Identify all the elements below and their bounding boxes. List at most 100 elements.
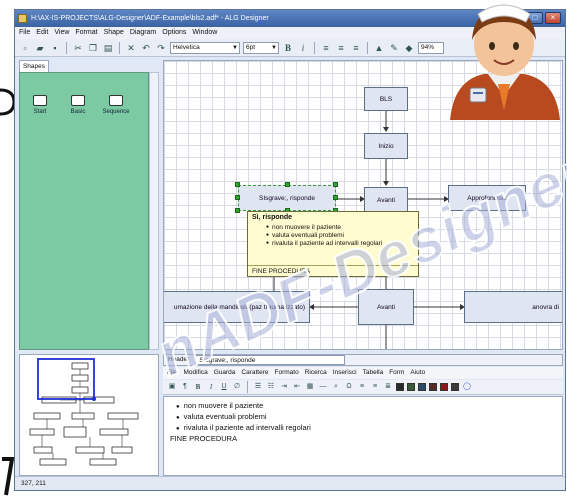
editor-menu-carattere[interactable]: Carattere (241, 367, 268, 379)
shape-preview (71, 95, 85, 106)
status-bar: 327, 211 (15, 476, 565, 490)
overview-map (29, 358, 139, 466)
shape-basic[interactable]: Basic (62, 95, 94, 115)
editor-menu-form[interactable]: Form (389, 367, 404, 379)
editor-menu-aiuto[interactable]: Aiuto (410, 367, 425, 379)
fill-color-icon[interactable]: ◆ (403, 42, 415, 54)
node-bls[interactable]: BLS (364, 87, 408, 111)
decorative-glyph-icon (0, 88, 14, 116)
table-icon[interactable]: ▦ (305, 382, 315, 392)
align-left-icon[interactable]: ≡ (320, 42, 332, 54)
open-folder-icon[interactable]: ▰ (34, 42, 46, 54)
shape-label: Basic (70, 109, 86, 115)
table-grid-icon[interactable] (396, 383, 404, 391)
indent-icon[interactable]: ⇥ (279, 382, 289, 392)
menu-options[interactable]: Options (162, 27, 186, 39)
table-grid-icon[interactable] (440, 383, 448, 391)
save-icon[interactable]: ▪ (49, 42, 61, 54)
toolbar-separator (247, 381, 248, 393)
italic-button[interactable]: i (297, 42, 309, 54)
bold-button[interactable]: B (282, 42, 294, 54)
align-center-icon[interactable]: ≡ (335, 42, 347, 54)
resize-handle[interactable] (333, 195, 338, 200)
window-title: H:\AX-IS-PROJECTS\ALG-Designer\ADF-Examp… (31, 15, 269, 22)
shape-preview (109, 95, 123, 106)
node-manovra[interactable]: anovra di (464, 291, 562, 323)
circle-icon[interactable]: ◯ (462, 382, 472, 392)
editor-underline-button[interactable]: U (219, 382, 229, 392)
numbered-list-icon[interactable]: ☷ (266, 382, 276, 392)
chevron-down-icon: ▼ (271, 44, 277, 51)
align-center-icon[interactable]: ≡ (370, 382, 380, 392)
shape-label: Sequence (102, 109, 130, 115)
node-avanti[interactable]: Avanti (364, 187, 408, 213)
tab-shapes[interactable]: Shapes (19, 60, 49, 72)
rule-icon[interactable]: ― (318, 382, 328, 392)
nurse-mascot-icon (450, 4, 560, 120)
editor-menu-formato[interactable]: Formato (275, 367, 299, 379)
font-size-select[interactable]: 6pt ▼ (243, 41, 279, 54)
menu-window[interactable]: Window (192, 27, 217, 39)
toolbar-separator (367, 41, 368, 54)
table-grid-icon[interactable] (418, 383, 426, 391)
align-left-icon[interactable]: ≡ (357, 382, 367, 392)
shapes-scrollbar[interactable] (149, 72, 159, 350)
node-inizio[interactable]: Inizio (364, 133, 408, 159)
bullet-list: non muovere il paziente valuta eventuali… (170, 401, 556, 434)
editor-italic-button[interactable]: I (206, 382, 216, 392)
justify-icon[interactable]: ≣ (383, 382, 393, 392)
shape-sequence[interactable]: Sequence (100, 95, 132, 115)
outdent-icon[interactable]: ⇤ (292, 382, 302, 392)
chevron-down-icon: ▼ (232, 44, 238, 51)
list-item: valuta eventuali problemi (176, 412, 556, 423)
resize-handle[interactable] (235, 208, 240, 213)
table-grid-icon[interactable] (407, 383, 415, 391)
special-char-icon[interactable]: Ω (344, 382, 354, 392)
cut-icon[interactable]: ✂ (72, 42, 84, 54)
editor-menu-inserisci[interactable]: Inserisci (333, 367, 357, 379)
list-item: rivaluta il paziente ad intervalli regol… (176, 423, 556, 434)
menu-diagram[interactable]: Diagram (130, 27, 156, 39)
shapes-panel: Start Basic Sequence (19, 72, 149, 350)
redo-icon[interactable]: ↷ (155, 42, 167, 54)
resize-handle[interactable] (235, 195, 240, 200)
app-icon (18, 14, 27, 23)
menu-format[interactable]: Format (75, 27, 97, 39)
overview-panel[interactable] (19, 354, 159, 476)
resize-handle[interactable] (333, 182, 338, 187)
editor-menu-ricerca[interactable]: Ricerca (305, 367, 327, 379)
link-icon[interactable]: ∅ (232, 382, 242, 392)
toolbar-separator (314, 41, 315, 54)
line-color-icon[interactable]: ▲ (373, 42, 385, 54)
editor-toolbar: ▣ ¶ B I U ∅ ☰ ☷ ⇥ ⇤ ▦ ― ⌕ Ω ≡ ≡ ≣ ◯ (163, 380, 563, 395)
menu-file[interactable]: File (19, 27, 30, 39)
align-right-icon[interactable]: ≡ (350, 42, 362, 54)
menu-shape[interactable]: Shape (104, 27, 124, 39)
delete-icon[interactable]: ✕ (125, 42, 137, 54)
font-family-select[interactable]: Helvetica ▼ (170, 41, 240, 54)
resize-handle[interactable] (285, 182, 290, 187)
cursor-coordinates: 327, 211 (21, 480, 46, 487)
shape-preview (33, 95, 47, 106)
toolbar-separator (66, 41, 67, 54)
toolbar-separator (119, 41, 120, 54)
menu-edit[interactable]: Edit (36, 27, 48, 39)
rich-text-editor[interactable]: non muovere il paziente valuta eventuali… (163, 396, 563, 476)
resize-handle[interactable] (235, 182, 240, 187)
find-icon[interactable]: ⌕ (331, 382, 341, 392)
bullet-list-icon[interactable]: ☰ (253, 382, 263, 392)
decorative-glyph-icon (2, 457, 14, 496)
menu-view[interactable]: View (54, 27, 69, 39)
editor-bold-button[interactable]: B (193, 382, 203, 392)
editor-menu-tabella[interactable]: Tabella (363, 367, 384, 379)
copy-icon[interactable]: ❐ (87, 42, 99, 54)
paste-icon[interactable]: ▤ (102, 42, 114, 54)
undo-icon[interactable]: ↶ (140, 42, 152, 54)
shape-start[interactable]: Start (24, 95, 56, 115)
table-grid-icon[interactable] (451, 383, 459, 391)
zoom-value: 94% (421, 43, 435, 51)
text-color-icon[interactable]: ✎ (388, 42, 400, 54)
table-grid-icon[interactable] (429, 383, 437, 391)
new-file-icon[interactable]: ▫ (19, 42, 31, 54)
list-item: non muovere il paziente (176, 401, 556, 412)
